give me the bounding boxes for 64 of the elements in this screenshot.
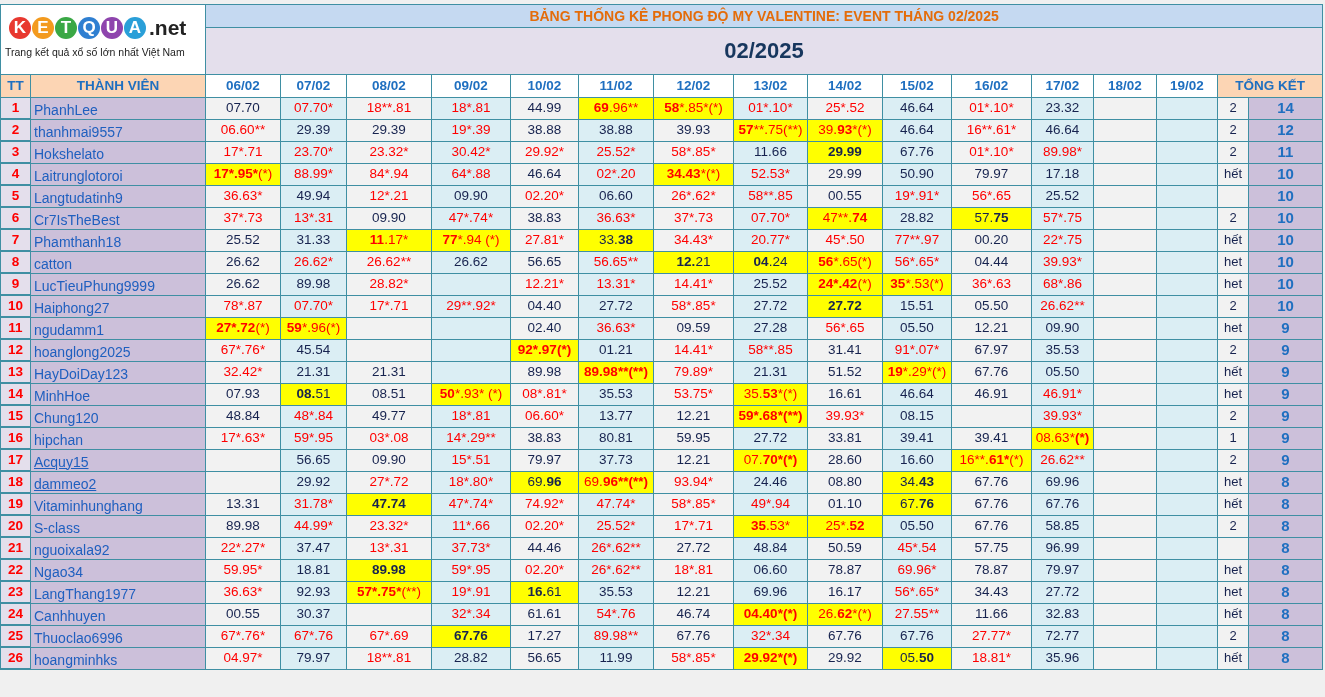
- logo-letter: Q: [78, 17, 100, 39]
- member-link[interactable]: thanhmai9557: [30, 119, 206, 141]
- row-number: 8: [0, 251, 31, 273]
- row-number: 11: [0, 317, 31, 339]
- row-number: 20: [0, 515, 31, 537]
- member-link[interactable]: S-class: [30, 515, 206, 537]
- member-link[interactable]: Phamthanh18: [30, 229, 206, 251]
- row-number: 23: [0, 581, 31, 603]
- row-number: 24: [0, 603, 31, 625]
- month-heading: 02/2025: [205, 27, 1323, 75]
- member-link[interactable]: HayDoiDay123: [30, 361, 206, 383]
- row-number: 25: [0, 625, 31, 647]
- row-number: 2: [0, 119, 31, 141]
- member-link[interactable]: Laitrunglotoroi: [30, 163, 206, 185]
- member-link[interactable]: Haiphong27: [30, 295, 206, 317]
- row-number: 6: [0, 207, 31, 229]
- row-number: 19: [0, 493, 31, 515]
- logo-letter: E: [32, 17, 54, 39]
- member-link[interactable]: PhanhLee: [30, 97, 206, 119]
- row-number: 12: [0, 339, 31, 361]
- row-number: 3: [0, 141, 31, 163]
- member-link[interactable]: Langtudatinh9: [30, 185, 206, 207]
- member-link[interactable]: MinhHoe: [30, 383, 206, 405]
- row-number: 22: [0, 559, 31, 581]
- logo-letter: K: [9, 17, 31, 39]
- member-link[interactable]: Ngao34: [30, 559, 206, 581]
- logo-letter: U: [101, 17, 123, 39]
- logo-suffix: .net: [149, 18, 187, 38]
- member-link[interactable]: nguoixala92: [30, 537, 206, 559]
- member-link[interactable]: catton: [30, 251, 206, 273]
- row-number: 1: [0, 97, 31, 119]
- row-number: 10: [0, 295, 31, 317]
- row-number: 7: [0, 229, 31, 251]
- logo-letter: T: [55, 17, 77, 39]
- member-link[interactable]: Thuoclao6996: [30, 625, 206, 647]
- row-number: 14: [0, 383, 31, 405]
- row-number: 15: [0, 405, 31, 427]
- member-link[interactable]: Chung120: [30, 405, 206, 427]
- member-link[interactable]: Hokshelato: [30, 141, 206, 163]
- member-link[interactable]: LangThang1977: [30, 581, 206, 603]
- row-number: 18: [0, 471, 31, 493]
- page-title: BẢNG THỐNG KÊ PHONG ĐỘ MY VALENTINE: EVENT THÁNG 02/2025: [205, 4, 1323, 28]
- member-link[interactable]: hoanglong2025: [30, 339, 206, 361]
- row-number: 4: [0, 163, 31, 185]
- row-number: 21: [0, 537, 31, 559]
- logo-tagline: Trang kết quả xổ số lớn nhất Việt Nam: [5, 45, 185, 60]
- member-link[interactable]: LucTieuPhung9999: [30, 273, 206, 295]
- column-header: THÀNH VIÊN: [30, 74, 206, 98]
- member-link[interactable]: ngudamm1: [30, 317, 206, 339]
- row-number: 17: [0, 449, 31, 471]
- logo-letter: A: [124, 17, 146, 39]
- member-link[interactable]: hoangminhks: [30, 647, 206, 669]
- member-link[interactable]: hipchan: [30, 427, 206, 449]
- row-number: 13: [0, 361, 31, 383]
- row-number: 16: [0, 427, 31, 449]
- row-number: 5: [0, 185, 31, 207]
- member-link[interactable]: dammeo2: [30, 471, 206, 493]
- column-header: TT: [0, 74, 31, 98]
- member-link[interactable]: Vitaminhunghang: [30, 493, 206, 515]
- member-link[interactable]: Canhhuyen: [30, 603, 206, 625]
- member-link[interactable]: Acquy15: [30, 449, 206, 471]
- row-number: 26: [0, 647, 31, 669]
- row-number: 9: [0, 273, 31, 295]
- member-link[interactable]: Cr7IsTheBest: [30, 207, 206, 229]
